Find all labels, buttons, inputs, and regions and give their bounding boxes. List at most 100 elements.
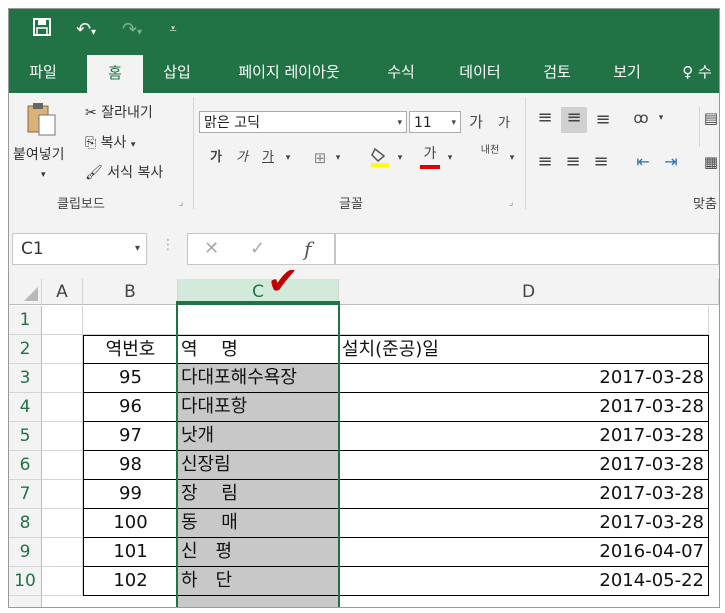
tab-review[interactable]: 검토 xyxy=(529,51,585,93)
cell-b[interactable]: 98 xyxy=(83,451,178,480)
font-color-dropdown-icon[interactable]: ▾ xyxy=(443,147,457,169)
paste-dropdown-icon[interactable]: ▾ xyxy=(41,165,46,185)
cell-b[interactable]: 100 xyxy=(83,509,178,538)
cell-b[interactable]: 101 xyxy=(83,538,178,567)
cell-c[interactable] xyxy=(178,306,339,335)
row-header[interactable]: 6 xyxy=(9,451,42,480)
cell-d[interactable]: 2017-03-28 xyxy=(339,480,709,509)
cell-d[interactable]: 2017-03-28 xyxy=(339,509,709,538)
clipboard-launcher-icon[interactable]: ⌟ xyxy=(179,193,183,213)
grow-font-button[interactable]: 가 xyxy=(465,111,487,133)
tab-home[interactable]: 홈 xyxy=(87,55,143,93)
row-header[interactable]: 3 xyxy=(9,364,42,393)
row-header[interactable]: 4 xyxy=(9,393,42,422)
align-left-icon[interactable]: ≡ xyxy=(533,151,557,173)
save-icon[interactable] xyxy=(29,17,55,43)
fill-color-dropdown-icon[interactable]: ▾ xyxy=(393,147,407,169)
cell-a[interactable] xyxy=(42,422,83,451)
cell-c[interactable]: 장 림 xyxy=(178,480,339,509)
merge-icon[interactable]: ▦ xyxy=(703,151,719,173)
paste-button[interactable]: 붙여넣기 xyxy=(13,145,65,165)
column-header-a[interactable]: A xyxy=(42,279,83,305)
paste-icon[interactable] xyxy=(23,101,61,137)
fill-color-icon[interactable] xyxy=(367,145,393,173)
underline-button[interactable]: 가 xyxy=(257,147,279,169)
decrease-indent-icon[interactable]: ⇤ xyxy=(631,151,655,173)
select-all-button[interactable] xyxy=(9,279,42,305)
cell-c[interactable]: 다대포항 xyxy=(178,393,339,422)
copy-dropdown-icon[interactable]: ▾ xyxy=(131,140,136,150)
font-name-dropdown-icon[interactable]: ▾ xyxy=(397,112,402,134)
cell-a[interactable] xyxy=(42,538,83,567)
redo-icon[interactable]: ↷▾ xyxy=(115,17,149,43)
cell-d[interactable]: 2016-04-07 xyxy=(339,538,709,567)
name-box[interactable]: C1 ▾ xyxy=(12,233,147,265)
cell-b[interactable]: 97 xyxy=(83,422,178,451)
underline-dropdown-icon[interactable]: ▾ xyxy=(281,147,295,169)
row-header[interactable] xyxy=(9,596,42,607)
cell-a[interactable] xyxy=(42,451,83,480)
cell-b[interactable]: 95 xyxy=(83,364,178,393)
cell-b[interactable]: 102 xyxy=(83,567,178,596)
orientation-dropdown-icon[interactable]: ▾ xyxy=(655,107,667,129)
cell-b[interactable]: 96 xyxy=(83,393,178,422)
wrap-text-icon[interactable]: ▤ xyxy=(703,107,719,129)
row-header[interactable]: 1 xyxy=(9,306,42,335)
copy-button[interactable]: ⎘ 복사 ▾ xyxy=(85,133,135,155)
cell-d[interactable] xyxy=(339,306,709,335)
cell-b[interactable]: 99 xyxy=(83,480,178,509)
top-align-icon[interactable]: ≡ xyxy=(533,107,557,129)
cancel-icon[interactable]: ✕ xyxy=(204,234,219,264)
tab-page-layout[interactable]: 페이지 레이아웃 xyxy=(219,51,359,93)
italic-button[interactable]: 가 xyxy=(231,147,253,169)
name-box-dropdown-icon[interactable]: ▾ xyxy=(135,234,140,264)
row-header[interactable]: 8 xyxy=(9,509,42,538)
borders-icon[interactable]: ⊞ xyxy=(309,147,331,169)
cell-c[interactable]: 동 매 xyxy=(178,509,339,538)
cell-c[interactable]: 낫개 xyxy=(178,422,339,451)
orientation-icon[interactable]: ꝏ xyxy=(629,107,653,129)
cell-d[interactable]: 2014-05-22 xyxy=(339,567,709,596)
cut-button[interactable]: ✂ 잘라내기 xyxy=(85,103,153,123)
row-header[interactable]: 2 xyxy=(9,335,42,364)
enter-icon[interactable]: ✓ xyxy=(250,234,265,264)
cell-b[interactable] xyxy=(83,306,178,335)
customize-icon[interactable]: ⩡ xyxy=(163,17,183,43)
cell-d[interactable]: 2017-03-28 xyxy=(339,364,709,393)
increase-indent-icon[interactable]: ⇥ xyxy=(659,151,683,173)
cell-c[interactable]: 다대포해수욕장 xyxy=(178,364,339,393)
cell-a[interactable] xyxy=(42,306,83,335)
tab-tell-me[interactable]: ♀ 수 xyxy=(675,51,719,93)
cell-d[interactable]: 2017-03-28 xyxy=(339,422,709,451)
font-launcher-icon[interactable]: ⌟ xyxy=(509,193,513,213)
tab-formulas[interactable]: 수식 xyxy=(373,51,429,93)
bold-button[interactable]: 가 xyxy=(205,147,227,169)
cell-c[interactable]: 하 단 xyxy=(178,567,339,596)
undo-icon[interactable]: ↶▾ xyxy=(69,17,103,43)
tab-insert[interactable]: 삽입 xyxy=(149,51,205,93)
phonetic-dropdown-icon[interactable]: ▾ xyxy=(505,147,519,169)
cell-a[interactable] xyxy=(42,335,83,364)
row-header[interactable]: 10 xyxy=(9,567,42,596)
bottom-align-icon[interactable]: ≡ xyxy=(591,109,615,131)
phonetic-button[interactable]: 내천 xyxy=(475,145,505,157)
cell-c[interactable]: 신장림 xyxy=(178,451,339,480)
row-header[interactable]: 7 xyxy=(9,480,42,509)
format-painter-button[interactable]: 🖌 서식 복사 xyxy=(85,163,163,183)
font-size-dropdown-icon[interactable]: ▾ xyxy=(451,112,456,134)
font-name-box[interactable]: 맑은 고딕 ▾ xyxy=(199,111,407,133)
shrink-font-button[interactable]: 가 xyxy=(493,113,515,135)
align-right-icon[interactable]: ≡ xyxy=(589,151,613,173)
font-size-box[interactable]: 11 ▾ xyxy=(409,111,461,133)
cell-c[interactable] xyxy=(178,596,339,607)
cell-a[interactable] xyxy=(42,364,83,393)
formula-input[interactable] xyxy=(335,233,719,265)
cell-b[interactable]: 역번호 xyxy=(83,335,178,364)
insert-function-icon[interactable]: f xyxy=(304,234,311,264)
cell-a[interactable] xyxy=(42,509,83,538)
row-header[interactable]: 5 xyxy=(9,422,42,451)
cell-d[interactable]: 2017-03-28 xyxy=(339,393,709,422)
cell-d[interactable]: 2017-03-28 xyxy=(339,451,709,480)
cell-d[interactable]: 설치(준공)일 xyxy=(339,335,709,364)
cell-a[interactable] xyxy=(42,567,83,596)
